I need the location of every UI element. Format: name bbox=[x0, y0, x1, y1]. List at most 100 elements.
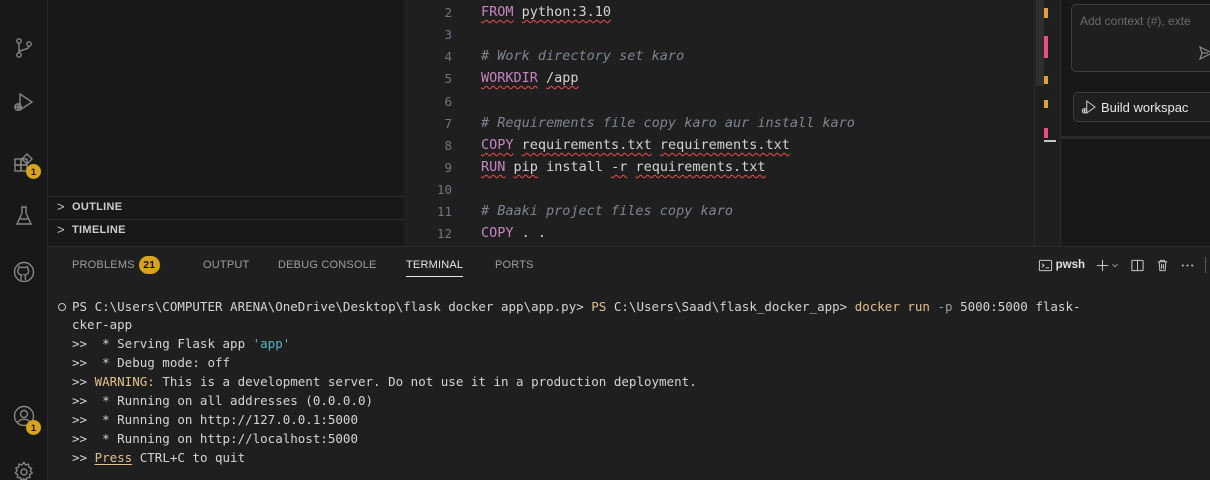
command-arg: flask- bbox=[1035, 299, 1081, 314]
panel-actions: pwsh bbox=[1038, 253, 1210, 277]
scroll-marker bbox=[1044, 36, 1048, 58]
accounts-badge: 1 bbox=[26, 420, 41, 435]
shell-name: pwsh bbox=[1055, 259, 1085, 271]
chevron-right-icon: > bbox=[57, 222, 65, 237]
scroll-marker bbox=[1044, 140, 1056, 142]
trash-icon bbox=[1157, 259, 1168, 271]
tab-terminal[interactable]: TERMINAL bbox=[406, 259, 464, 277]
terminal-string: 'app' bbox=[252, 336, 291, 351]
scroll-marker bbox=[1044, 8, 1048, 18]
code-line: 12 COPY . . bbox=[404, 224, 1044, 245]
terminal-text: >> bbox=[72, 374, 95, 389]
editor-scrollbar-thumb[interactable] bbox=[1036, 0, 1044, 86]
editor-scrollbar-track[interactable] bbox=[1034, 0, 1035, 246]
terminal-line: >> * Running on http://127.0.0.1:5000 bbox=[72, 412, 358, 427]
code-comment: # Baaki project files copy karo bbox=[481, 203, 733, 219]
terminal-line: >> * Running on http://localhost:5000 bbox=[72, 431, 358, 446]
code-editor[interactable]: 2 FROM python:3.10 3 4 # Work directory … bbox=[404, 0, 1060, 246]
scroll-marker bbox=[1044, 128, 1048, 138]
extensions-badge: 1 bbox=[26, 164, 41, 179]
tab-ports[interactable]: PORTS bbox=[495, 259, 534, 271]
command-flag: -p bbox=[937, 299, 953, 314]
tab-problems-label: PROBLEMS bbox=[72, 258, 135, 271]
send-icon[interactable] bbox=[1198, 45, 1210, 61]
split-icon bbox=[1131, 259, 1144, 271]
prompt-path: C:\Users\Saad\flask_docker_app> bbox=[613, 299, 848, 314]
line-number: 12 bbox=[436, 226, 452, 241]
line-number: 7 bbox=[444, 116, 452, 131]
activity-bar: 1 1 bbox=[0, 0, 48, 480]
settings-gear-icon[interactable] bbox=[0, 450, 48, 480]
run-debug-icon bbox=[1081, 99, 1096, 115]
line-number: 10 bbox=[436, 182, 452, 197]
code-text: . . bbox=[521, 225, 547, 241]
more-actions-button[interactable] bbox=[1180, 258, 1195, 273]
line-number: 4 bbox=[444, 49, 452, 64]
tab-problems[interactable]: PROBLEMS 21 bbox=[72, 256, 160, 274]
terminal-line: cker-app bbox=[72, 317, 133, 332]
chat-input-placeholder: Add context (#), exte bbox=[1080, 14, 1191, 28]
code-line: 9 RUN pip install -r requirements.txt bbox=[404, 158, 1044, 179]
terminal-line: >> WARNING: This is a development server… bbox=[72, 374, 697, 392]
testing-icon[interactable] bbox=[0, 194, 48, 238]
build-workspace-button[interactable]: Build workspac bbox=[1073, 92, 1210, 122]
bottom-panel: PROBLEMS 21 OUTPUT DEBUG CONSOLE TERMINAL… bbox=[48, 246, 1210, 480]
chat-input[interactable]: Add context (#), exte bbox=[1071, 4, 1210, 72]
code-text: -r bbox=[611, 159, 628, 175]
code-text: pip bbox=[513, 159, 538, 175]
problems-count-badge: 21 bbox=[138, 256, 160, 274]
terminal-shell-selector[interactable]: pwsh bbox=[1038, 258, 1085, 273]
code-line: 6 bbox=[404, 92, 1044, 113]
command-arg: 5000:5000 bbox=[960, 299, 1028, 314]
command-decoration-icon[interactable] bbox=[58, 303, 66, 311]
panel-tab-bar: PROBLEMS 21 OUTPUT DEBUG CONSOLE TERMINAL… bbox=[48, 247, 1210, 283]
command-name: docker run bbox=[854, 299, 930, 314]
terminal-text: >> * Serving Flask app bbox=[72, 336, 253, 351]
line-number: 3 bbox=[444, 27, 452, 42]
line-number: 5 bbox=[444, 71, 452, 86]
accounts-icon[interactable]: 1 bbox=[0, 394, 48, 438]
code-line: 10 bbox=[404, 180, 1044, 201]
source-control-icon[interactable] bbox=[0, 26, 48, 70]
line-number: 2 bbox=[444, 5, 452, 20]
tab-debug-console[interactable]: DEBUG CONSOLE bbox=[278, 259, 377, 271]
chevron-right-icon: > bbox=[57, 199, 65, 214]
terminal-line: >> * Running on all addresses (0.0.0.0) bbox=[72, 393, 374, 408]
code-text: requirements.txt bbox=[659, 137, 790, 153]
code-text: /app bbox=[546, 70, 579, 86]
code-keyword: RUN bbox=[481, 159, 506, 175]
timeline-section[interactable]: > TIMELINE bbox=[48, 219, 404, 239]
terminal-text: This is a development server. Do not use… bbox=[154, 374, 697, 389]
code-text: python:3.10 bbox=[521, 4, 612, 20]
line-number: 9 bbox=[444, 160, 452, 175]
code-keyword: WORKDIR bbox=[481, 70, 538, 86]
line-number: 8 bbox=[444, 138, 452, 153]
prompt-ps: PS bbox=[591, 299, 607, 314]
kill-terminal-button[interactable] bbox=[1155, 258, 1170, 273]
timeline-label: TIMELINE bbox=[72, 223, 126, 236]
tab-output[interactable]: OUTPUT bbox=[203, 259, 249, 271]
split-terminal-button[interactable] bbox=[1130, 258, 1145, 273]
code-line: 8 COPY requirements.txt requirements.txt bbox=[404, 136, 1044, 157]
chevron-down-icon bbox=[1112, 263, 1118, 267]
run-debug-icon[interactable] bbox=[0, 80, 48, 124]
code-line: 2 FROM python:3.10 bbox=[404, 3, 1044, 24]
build-workspace-label: Build workspac bbox=[1101, 99, 1189, 115]
outline-section[interactable]: > OUTLINE bbox=[48, 196, 404, 216]
code-text: requirements.txt bbox=[521, 137, 652, 153]
warning-label: WARNING: bbox=[94, 374, 155, 389]
extensions-icon[interactable]: 1 bbox=[0, 140, 48, 184]
divider bbox=[1061, 136, 1210, 139]
line-number: 11 bbox=[436, 204, 452, 219]
line-number: 6 bbox=[444, 94, 452, 109]
scroll-marker bbox=[1044, 76, 1048, 84]
code-keyword: COPY bbox=[481, 137, 514, 153]
divider bbox=[1205, 257, 1206, 273]
github-icon[interactable] bbox=[0, 250, 48, 294]
terminal-icon bbox=[1038, 259, 1052, 271]
terminal-output[interactable]: PS C:\Users\COMPUTER ARENA\OneDrive\Desk… bbox=[48, 283, 1210, 480]
new-terminal-button[interactable] bbox=[1095, 258, 1120, 273]
outline-label: OUTLINE bbox=[72, 200, 123, 213]
code-keyword: COPY bbox=[481, 225, 514, 241]
terminal-line: >> * Serving Flask app 'app' bbox=[72, 336, 290, 354]
